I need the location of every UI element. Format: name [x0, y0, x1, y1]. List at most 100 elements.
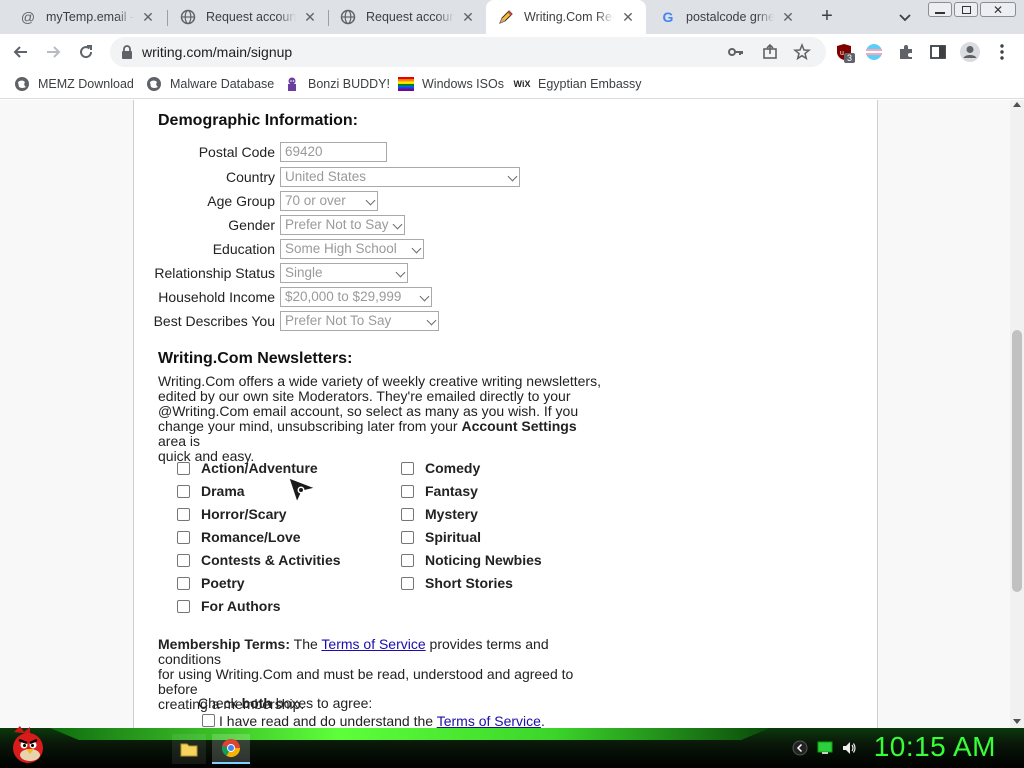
gorilla-icon	[284, 76, 300, 92]
relationship-select[interactable]: Single	[280, 263, 408, 283]
bookmark-bonzi-buddy[interactable]: Bonzi BUDDY!	[284, 76, 390, 92]
pencil-icon	[498, 9, 514, 25]
network-icon[interactable]	[817, 740, 833, 756]
close-icon[interactable]: ✕	[140, 9, 156, 26]
newsletter-option[interactable]: Spiritual	[401, 528, 481, 546]
lock-icon[interactable]	[120, 44, 134, 60]
extensions-puzzle-icon[interactable]	[894, 40, 918, 64]
newsletter-checkbox[interactable]	[401, 576, 414, 590]
share-icon[interactable]	[758, 40, 782, 64]
newsletter-checkbox[interactable]	[177, 553, 190, 567]
bookmark-windows-isos[interactable]: Windows ISOs	[398, 76, 504, 92]
tab-writing-com[interactable]: Writing.Com Regi ✕	[486, 0, 646, 34]
income-select[interactable]: $20,000 to $29,999	[280, 287, 432, 307]
scroll-down-arrow-icon[interactable]	[1013, 719, 1021, 724]
newsletter-label: Comedy	[425, 460, 481, 476]
bookmarks-bar: MEMZ Download Malware Database Bonzi BUD…	[0, 71, 1024, 99]
bookmark-label: Malware Database	[170, 77, 275, 91]
newsletter-checkbox[interactable]	[177, 461, 190, 475]
newsletter-checkbox[interactable]	[401, 484, 414, 498]
forward-arrow-icon	[47, 46, 61, 58]
chevron-down-icon	[507, 171, 518, 182]
newsletter-option[interactable]: Fantasy	[401, 482, 478, 500]
volume-icon[interactable]	[841, 740, 857, 756]
reload-button[interactable]	[74, 40, 98, 64]
back-button[interactable]	[9, 40, 33, 64]
forward-button[interactable]	[41, 40, 65, 64]
profile-avatar-icon[interactable]	[958, 40, 982, 64]
tab-search-icon[interactable]	[896, 8, 914, 26]
newsletter-checkbox[interactable]	[177, 530, 190, 544]
new-tab-button[interactable]: +	[816, 6, 838, 28]
url-text[interactable]: writing.com/main/signup	[142, 44, 292, 60]
bookmark-malware-database[interactable]: Malware Database	[146, 76, 274, 92]
tab-strip: @ myTemp.email - Ill ✕ Request account -…	[0, 0, 1024, 34]
address-bar[interactable]: writing.com/main/signup	[110, 37, 826, 67]
country-select[interactable]: United States	[280, 167, 520, 187]
gender-select[interactable]: Prefer Not to Say	[280, 215, 405, 235]
tab-google-search[interactable]: G postalcode grnera ✕	[648, 0, 806, 34]
newsletter-checkbox[interactable]	[401, 553, 414, 567]
tray-chevron-icon[interactable]	[792, 740, 808, 756]
key-icon[interactable]	[724, 40, 748, 64]
bookmark-memz[interactable]: MEMZ Download	[14, 76, 134, 92]
newsletter-option[interactable]: Noticing Newbies	[401, 551, 542, 569]
restore-button[interactable]	[954, 2, 978, 17]
scrollbar-thumb[interactable]	[1012, 330, 1022, 592]
newsletter-option[interactable]: Action/Adventure	[177, 459, 318, 477]
newsletter-option[interactable]: Contests & Activities	[177, 551, 341, 569]
bookmark-label: Egyptian Embassy	[538, 77, 642, 91]
close-window-button[interactable]: ✕	[980, 2, 1016, 17]
newsletter-option[interactable]: Poetry	[177, 574, 245, 592]
close-icon[interactable]: ✕	[780, 9, 796, 26]
start-button-angry-bird-icon[interactable]	[8, 724, 48, 766]
ublock-extension-icon[interactable]: u 3	[832, 40, 856, 64]
education-select[interactable]: Some High School	[280, 239, 424, 259]
newsletter-checkbox[interactable]	[401, 530, 414, 544]
newsletter-option[interactable]: Drama	[177, 482, 245, 500]
tab-request-account-2[interactable]: Request account - ✕	[328, 0, 486, 34]
newsletter-checkbox[interactable]	[177, 484, 190, 498]
newsletter-label: Poetry	[201, 575, 245, 591]
file-explorer-taskbar-icon[interactable]	[172, 734, 206, 764]
gender-label: Gender	[228, 217, 275, 233]
page-scrollbar[interactable]	[1010, 100, 1024, 728]
newsletter-option[interactable]: Mystery	[401, 505, 478, 523]
check-both-instruction: Check both boxes to agree:	[198, 695, 373, 711]
newsletter-option[interactable]: Comedy	[401, 459, 480, 477]
newsletter-option[interactable]: Short Stories	[401, 574, 513, 592]
kebab-menu-icon[interactable]	[990, 40, 1014, 64]
newsletter-checkbox[interactable]	[177, 507, 190, 521]
scroll-up-arrow-icon[interactable]	[1013, 102, 1021, 107]
close-icon[interactable]: ✕	[302, 9, 318, 26]
describes-select[interactable]: Prefer Not To Say	[280, 311, 439, 331]
taskbar-clock[interactable]: 10:15 AM	[874, 731, 996, 763]
newsletter-option[interactable]: For Authors	[177, 597, 281, 615]
agree-tos-checkbox[interactable]	[202, 713, 215, 727]
postal-code-label: Postal Code	[198, 144, 275, 160]
flag-extension-icon[interactable]	[862, 40, 886, 64]
newsletter-option[interactable]: Horror/Scary	[177, 505, 287, 523]
tab-mytemp[interactable]: @ myTemp.email - Ill ✕	[8, 0, 166, 34]
postal-code-input[interactable]: 69420	[280, 142, 387, 162]
close-icon[interactable]: ✕	[620, 9, 636, 26]
agree-tos-label: I have read and do understand the Terms …	[219, 713, 545, 728]
newsletter-checkbox[interactable]	[177, 599, 190, 613]
bookmark-egyptian-embassy[interactable]: WiX Egyptian Embassy	[514, 76, 642, 92]
star-icon[interactable]	[790, 40, 814, 64]
age-group-select[interactable]: 70 or over	[280, 191, 378, 211]
newsletter-checkbox[interactable]	[401, 507, 414, 521]
side-panel-icon[interactable]	[926, 40, 950, 64]
newsletter-option[interactable]: Romance/Love	[177, 528, 301, 546]
newsletter-checkbox[interactable]	[177, 576, 190, 590]
terms-of-service-link[interactable]: Terms of Service	[321, 636, 425, 652]
minimize-button[interactable]	[928, 2, 952, 17]
wix-icon: WiX	[513, 79, 531, 89]
chrome-taskbar-icon[interactable]	[212, 734, 250, 764]
newsletter-checkbox[interactable]	[401, 461, 414, 475]
agree-tos-option[interactable]: I have read and do understand the Terms …	[202, 711, 545, 728]
browser-toolbar: writing.com/main/signup u 3	[0, 34, 1024, 71]
close-icon[interactable]: ✕	[460, 9, 476, 26]
terms-of-service-link[interactable]: Terms of Service	[437, 713, 541, 728]
tab-request-account-1[interactable]: Request account - ✕	[168, 0, 328, 34]
